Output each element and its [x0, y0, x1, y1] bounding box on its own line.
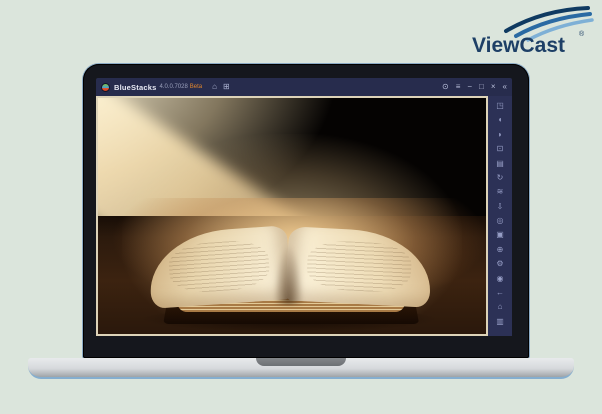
viewcast-wordmark: ViewCast — [472, 34, 565, 57]
left-page-text — [167, 238, 272, 295]
base-notch — [256, 358, 346, 366]
viewcast-logo: ViewCast ® — [436, 4, 596, 58]
book-spine — [273, 244, 304, 304]
home-icon[interactable]: ⌂ — [212, 83, 217, 91]
media-manager-icon[interactable]: ▣ — [496, 231, 504, 245]
bluestacks-window: BlueStacks 4.0.0.7028 Beta ⌂ ⊞ ⊙ ≡ − □ ×… — [96, 78, 512, 336]
laptop-base — [28, 358, 574, 379]
registered-mark: ® — [579, 30, 585, 38]
right-page-text — [306, 239, 413, 294]
volume-up-icon[interactable]: ◖ — [498, 116, 503, 130]
fullscreen-icon[interactable]: ◳ — [496, 101, 504, 116]
keymap-icon[interactable]: ▤ — [496, 159, 504, 174]
page: ViewCast ® BlueStacks 4.0.0.7028 Beta ⌂ … — [0, 0, 602, 414]
emulator-content[interactable] — [96, 96, 488, 336]
maximize-icon[interactable]: □ — [479, 83, 484, 91]
shake-icon[interactable]: ≋ — [497, 188, 504, 202]
beta-badge: Beta — [189, 84, 203, 90]
record-icon[interactable]: ◉ — [497, 274, 504, 289]
location-icon[interactable]: ◎ — [497, 216, 504, 231]
titlebar[interactable]: BlueStacks 4.0.0.7028 Beta ⌂ ⊞ ⊙ ≡ − □ ×… — [96, 78, 512, 96]
back-icon[interactable]: ← — [496, 288, 504, 303]
app-version: 4.0.0.7028 — [159, 84, 188, 90]
window-body: ◳ ◖ ◗ ⊡ ▤ ↻ ≋ ⇩ ◎ ▣ ⊕ ⚙ ◉ ← ⌂ ▥ — [96, 96, 512, 336]
bluestacks-logo-icon — [101, 82, 110, 92]
settings-gear-icon[interactable]: ⚙ — [496, 260, 503, 274]
minimize-icon[interactable]: − — [467, 83, 472, 91]
multi-window-icon[interactable]: ⊞ — [223, 83, 230, 91]
share-icon[interactable]: ⊕ — [497, 245, 504, 260]
close-icon[interactable]: × — [491, 83, 496, 91]
viewcast-swoosh-icon: ViewCast ® — [472, 6, 594, 57]
recent-apps-icon[interactable]: ▥ — [496, 317, 504, 332]
menu-icon[interactable]: ≡ — [456, 83, 461, 91]
left-page — [146, 225, 292, 309]
open-book — [139, 218, 440, 332]
power-icon[interactable]: ⊙ — [442, 83, 449, 91]
install-apk-icon[interactable]: ⇩ — [497, 202, 504, 217]
collapse-sidebar-icon[interactable]: « — [503, 83, 507, 91]
toolbar-sidebar: ◳ ◖ ◗ ⊡ ▤ ↻ ≋ ⇩ ◎ ▣ ⊕ ⚙ ◉ ← ⌂ ▥ — [488, 96, 512, 336]
screenshot-icon[interactable]: ⊡ — [497, 145, 504, 159]
android-home-icon[interactable]: ⌂ — [498, 303, 503, 317]
app-name: BlueStacks — [114, 82, 157, 92]
book-photo — [98, 98, 486, 334]
laptop-screen: BlueStacks 4.0.0.7028 Beta ⌂ ⊞ ⊙ ≡ − □ ×… — [83, 64, 529, 358]
right-page — [285, 226, 433, 308]
rotate-icon[interactable]: ↻ — [497, 173, 504, 188]
volume-down-icon[interactable]: ◗ — [498, 130, 503, 145]
